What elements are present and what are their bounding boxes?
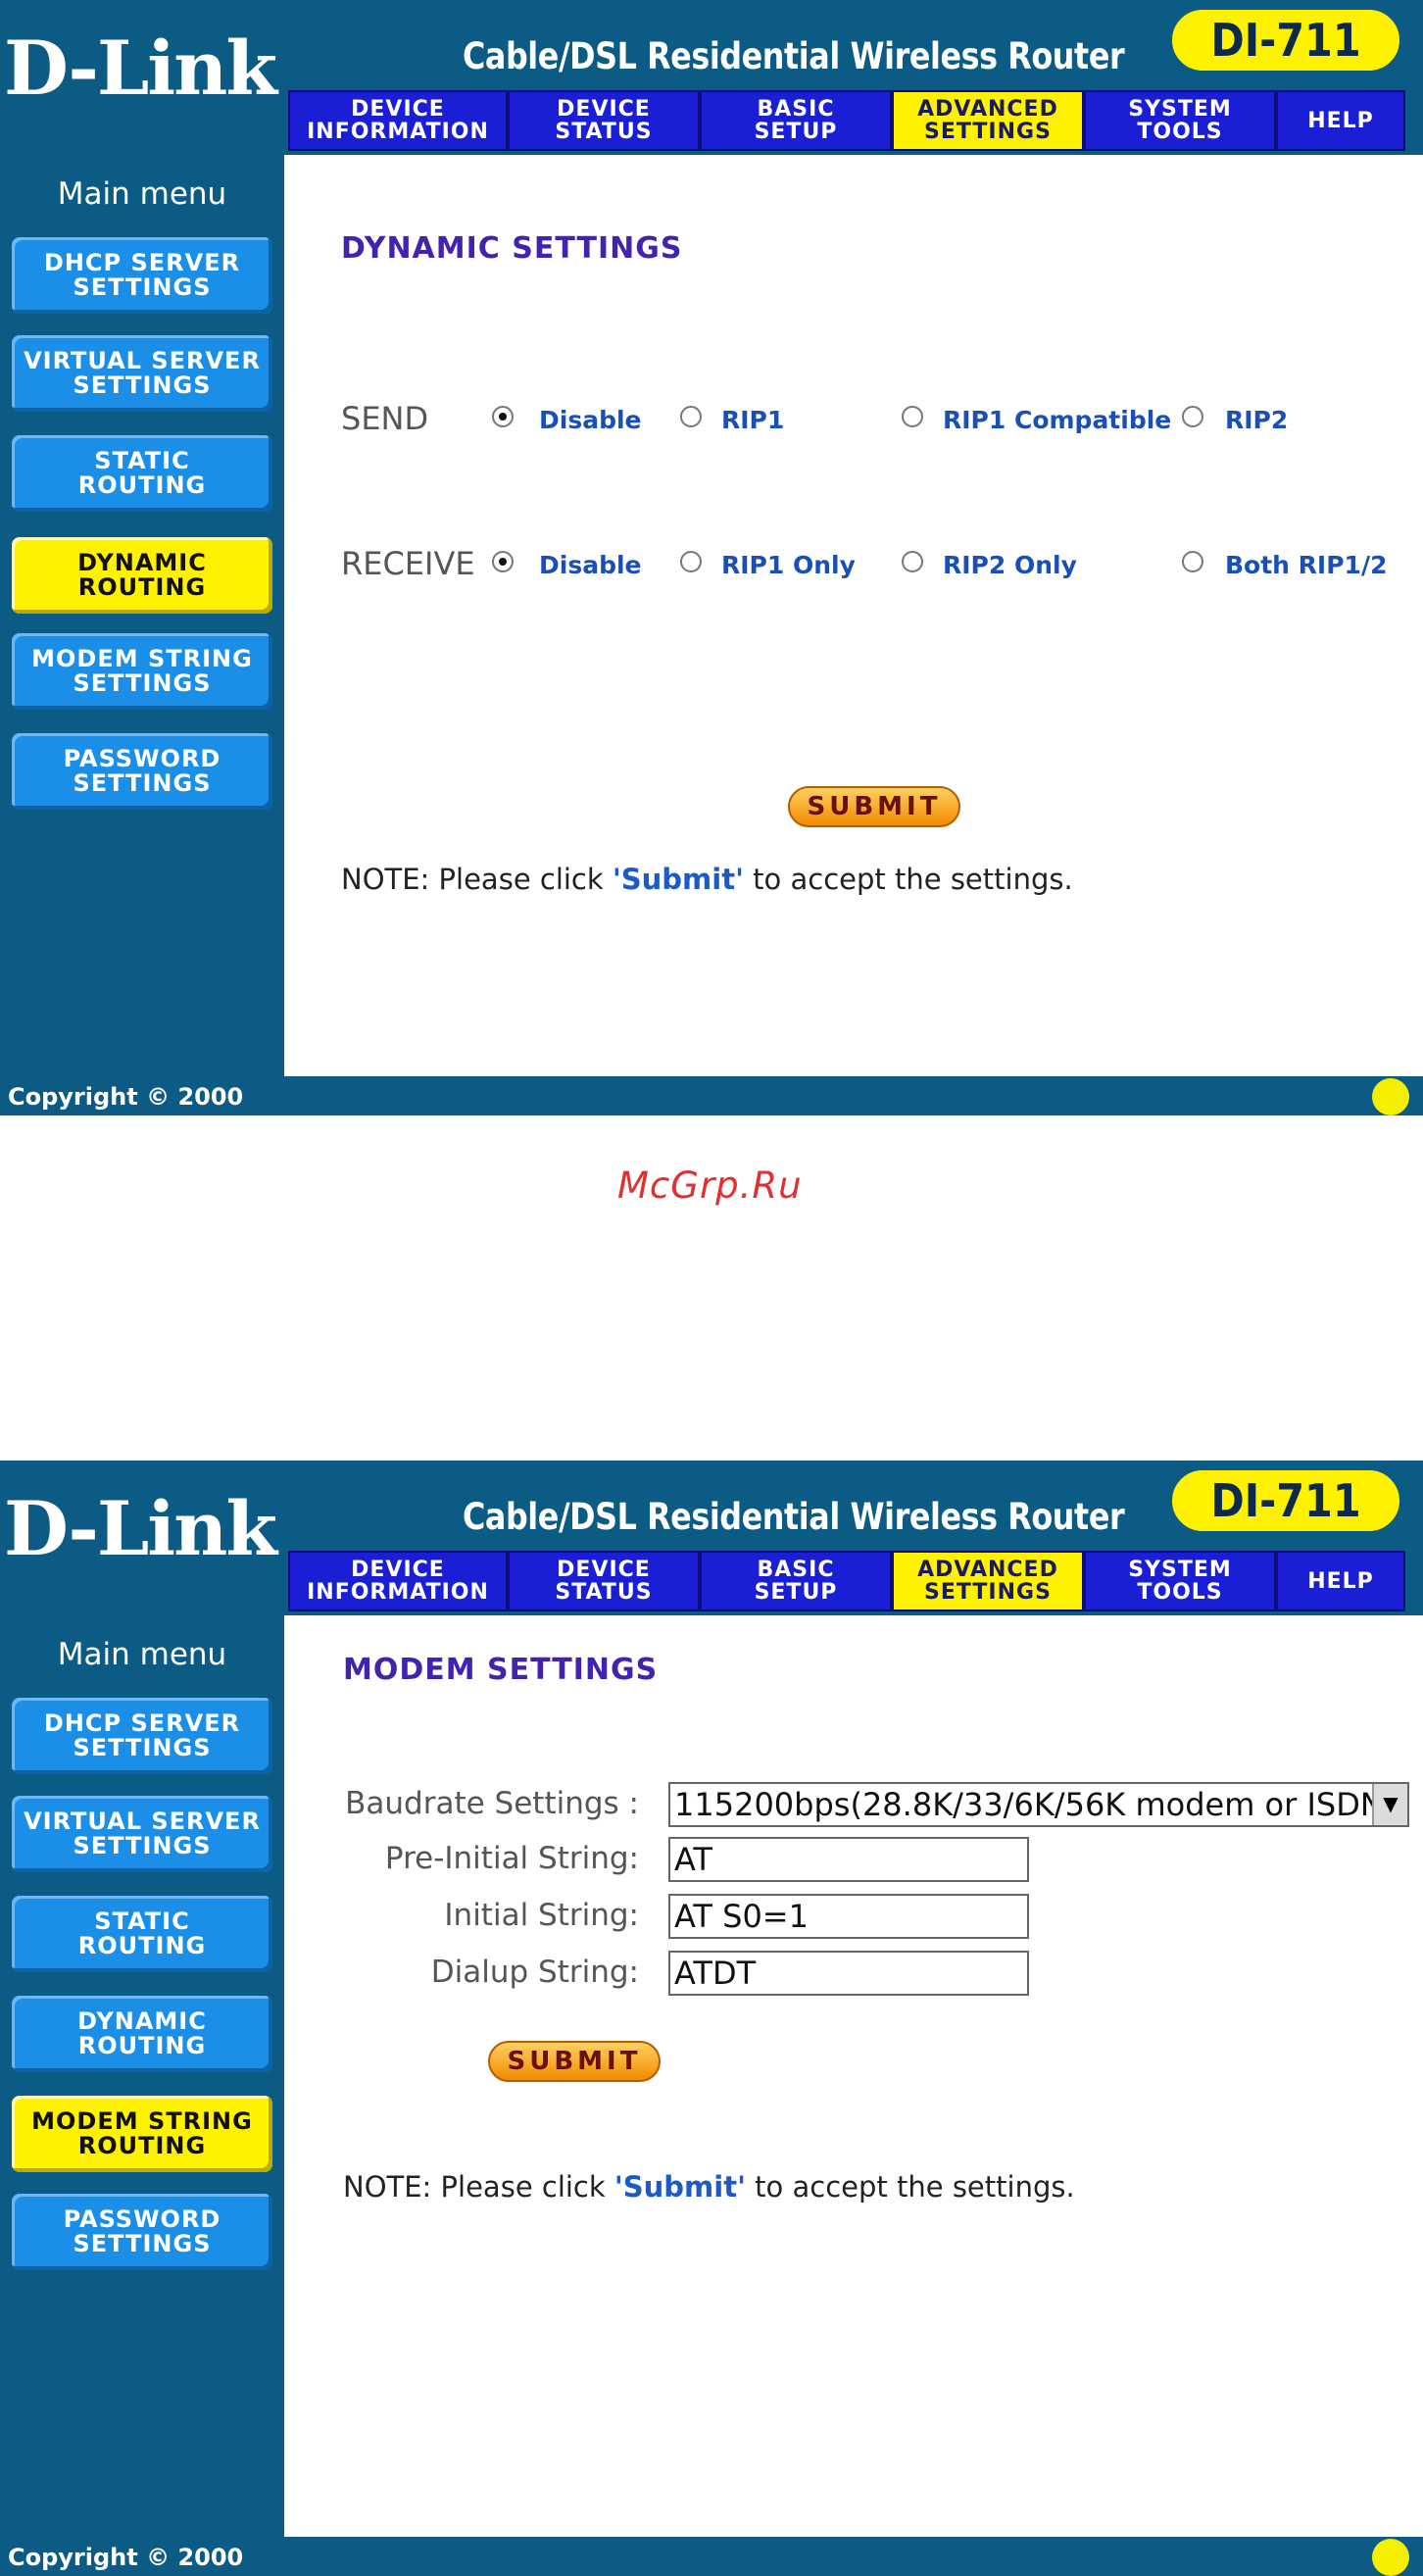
sidebar-item-virtual-server[interactable]: VIRTUAL SERVER SETTINGS: [12, 335, 272, 412]
note-prefix: NOTE: Please click: [341, 863, 613, 896]
copyright-text: Copyright © 2000: [8, 2544, 244, 2571]
note-text: NOTE: Please click 'Submit' to accept th…: [343, 2170, 1075, 2204]
tab-advanced-settings[interactable]: ADVANCED SETTINGS: [892, 1551, 1084, 1611]
tab-device-information[interactable]: DEVICE INFORMATION: [288, 90, 508, 151]
baudrate-selected-value: 115200bps(28.8K/33/6K/56K modem or ISDN …: [674, 1786, 1409, 1823]
send-rip2-radio[interactable]: [1182, 406, 1203, 427]
tab-basic-setup[interactable]: BASIC SETUP: [700, 90, 892, 151]
sidebar: Main menu DHCP SERVER SETTINGS VIRTUAL S…: [0, 155, 284, 1076]
receive-label: RECEIVE: [341, 545, 475, 582]
submit-button[interactable]: SUBMIT: [488, 2041, 661, 2082]
footer-bar: Copyright © 2000: [0, 2537, 1423, 2576]
baudrate-label: Baudrate Settings :: [345, 1786, 639, 1821]
tab-help[interactable]: HELP: [1276, 1551, 1405, 1611]
chevron-down-icon[interactable]: ▼: [1372, 1784, 1407, 1825]
receive-both-rip-label: Both RIP1/2: [1225, 551, 1388, 579]
sidebar-item-dhcp-server[interactable]: DHCP SERVER SETTINGS: [12, 237, 272, 314]
tab-advanced-settings[interactable]: ADVANCED SETTINGS: [892, 90, 1084, 151]
note-suffix: to accept the settings.: [745, 2170, 1075, 2204]
pre-initial-input[interactable]: AT: [668, 1837, 1029, 1882]
page-title: MODEM SETTINGS: [343, 1653, 659, 1687]
dialup-label: Dialup String:: [430, 1955, 639, 1990]
send-disable-label: Disable: [539, 406, 642, 434]
modem-settings-screen: D-Link Cable/DSL Residential Wireless Ro…: [0, 1461, 1423, 2576]
copyright-text: Copyright © 2000: [8, 1083, 244, 1111]
receive-disable-label: Disable: [539, 551, 642, 579]
tab-device-information[interactable]: DEVICE INFORMATION: [288, 1551, 508, 1611]
dlink-logo: D-Link: [4, 25, 277, 112]
tab-basic-setup[interactable]: BASIC SETUP: [700, 1551, 892, 1611]
initial-input[interactable]: AT S0=1: [668, 1894, 1029, 1939]
model-badge: DI-711: [1168, 6, 1403, 74]
sidebar-item-modem-string[interactable]: MODEM STRING ROUTING: [12, 2096, 272, 2172]
send-rip1-label: RIP1: [721, 406, 785, 434]
sidebar-item-static-routing[interactable]: STATIC ROUTING: [12, 435, 272, 512]
submit-button[interactable]: SUBMIT: [788, 786, 960, 827]
watermark-text: McGrp.Ru: [617, 1164, 803, 1207]
send-rip2-label: RIP2: [1225, 406, 1289, 434]
tab-system-tools[interactable]: SYSTEM TOOLS: [1084, 90, 1276, 151]
sidebar-item-password[interactable]: PASSWORD SETTINGS: [12, 733, 272, 810]
tab-device-status[interactable]: DEVICE STATUS: [508, 90, 700, 151]
send-rip1-compatible-radio[interactable]: [902, 406, 923, 427]
note-prefix: NOTE: Please click: [343, 2170, 614, 2204]
dlink-logo: D-Link: [4, 1485, 277, 1572]
receive-rip2-only-label: RIP2 Only: [943, 551, 1077, 579]
note-suffix: to accept the settings.: [743, 863, 1073, 896]
status-dot-icon: [1372, 2539, 1409, 2576]
dialup-input[interactable]: ATDT: [668, 1951, 1029, 1996]
baudrate-select[interactable]: 115200bps(28.8K/33/6K/56K modem or ISDN …: [668, 1782, 1409, 1827]
send-disable-radio[interactable]: [492, 406, 514, 427]
product-title: Cable/DSL Residential Wireless Router: [463, 35, 1125, 77]
tab-device-status[interactable]: DEVICE STATUS: [508, 1551, 700, 1611]
receive-rip2-only-radio[interactable]: [902, 551, 923, 572]
tab-system-tools[interactable]: SYSTEM TOOLS: [1084, 1551, 1276, 1611]
main-menu-title: Main menu: [57, 176, 227, 212]
page-title: DYNAMIC SETTINGS: [341, 231, 683, 266]
pre-initial-label: Pre-Initial String:: [384, 1841, 639, 1876]
send-rip1-compatible-label: RIP1 Compatible: [943, 406, 1172, 434]
send-label: SEND: [341, 400, 429, 437]
sidebar-item-password[interactable]: PASSWORD SETTINGS: [12, 2194, 272, 2270]
initial-label: Initial String:: [444, 1898, 639, 1933]
header-bar: D-Link Cable/DSL Residential Wireless Ro…: [0, 0, 1423, 155]
note-submit-link: 'Submit': [612, 863, 744, 896]
nav-tabs: DEVICE INFORMATION DEVICE STATUS BASIC S…: [288, 1551, 1405, 1611]
note-submit-link: 'Submit': [613, 2170, 746, 2204]
product-title: Cable/DSL Residential Wireless Router: [463, 1496, 1125, 1538]
model-badge: DI-711: [1168, 1466, 1403, 1535]
sidebar-item-dhcp-server[interactable]: DHCP SERVER SETTINGS: [12, 1698, 272, 1774]
sidebar: Main menu DHCP SERVER SETTINGS VIRTUAL S…: [0, 1615, 284, 2537]
content-area: MODEM SETTINGS Baudrate Settings : 11520…: [284, 1615, 1423, 2537]
content-area: DYNAMIC SETTINGS SEND Disable RIP1 RIP1 …: [284, 155, 1423, 1076]
receive-disable-radio[interactable]: [492, 551, 514, 572]
receive-rip1-only-label: RIP1 Only: [721, 551, 856, 579]
status-dot-icon: [1372, 1078, 1409, 1115]
send-rip1-radio[interactable]: [680, 406, 702, 427]
sidebar-item-dynamic-routing[interactable]: DYNAMIC ROUTING: [12, 1996, 272, 2072]
receive-rip1-only-radio[interactable]: [680, 551, 702, 572]
note-text: NOTE: Please click 'Submit' to accept th…: [341, 863, 1073, 896]
sidebar-item-dynamic-routing[interactable]: DYNAMIC ROUTING: [12, 537, 272, 614]
dynamic-routing-screen: D-Link Cable/DSL Residential Wireless Ro…: [0, 0, 1423, 1115]
sidebar-item-modem-string[interactable]: MODEM STRING SETTINGS: [12, 633, 272, 710]
nav-tabs: DEVICE INFORMATION DEVICE STATUS BASIC S…: [288, 90, 1405, 151]
footer-bar: Copyright © 2000: [0, 1076, 1423, 1115]
tab-help[interactable]: HELP: [1276, 90, 1405, 151]
header-bar: D-Link Cable/DSL Residential Wireless Ro…: [0, 1461, 1423, 1615]
receive-both-rip-radio[interactable]: [1182, 551, 1203, 572]
main-menu-title: Main menu: [57, 1637, 227, 1672]
